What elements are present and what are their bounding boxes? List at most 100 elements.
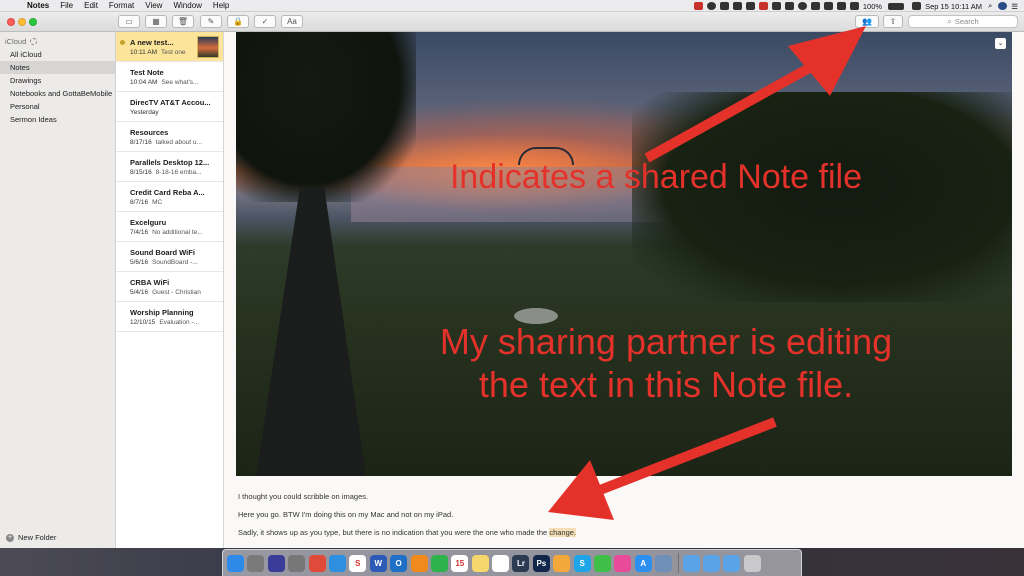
attachments-browser-button[interactable]: ▦ — [145, 15, 167, 28]
delete-note-button[interactable]: 🗑 — [172, 15, 194, 28]
user-avatar-icon[interactable] — [998, 2, 1008, 10]
plus-icon: + — [6, 533, 14, 542]
close-window-button[interactable] — [7, 18, 15, 26]
note-subtitle: 5/6/16 SoundBoard -... — [130, 259, 217, 266]
itunes-icon[interactable] — [614, 554, 632, 572]
notification-center-icon[interactable]: ☰ — [1011, 2, 1018, 11]
calendar-icon[interactable]: 15 — [451, 554, 469, 572]
toggle-sidebar-button[interactable]: ▭ — [118, 15, 140, 28]
clock[interactable]: Sep 15 10:11 AM — [925, 2, 982, 11]
list-item[interactable]: A new test... 10:11 AM Test one — [116, 32, 223, 62]
status-app-icon[interactable] — [693, 2, 703, 10]
finder-icon[interactable] — [227, 554, 244, 572]
search-input[interactable]: ⌕ Search — [908, 15, 1018, 28]
toolbar: ▭ ▦ 🗑 ✎ 🔒 ✓ Aa 👥 ⇪ ⌕ Search — [0, 12, 1024, 32]
note-date: 10:11 AM — [130, 49, 157, 56]
menu-help[interactable]: Help — [213, 1, 229, 10]
list-item[interactable]: CRBA WiFi 5/4/16 Guest - Christian — [116, 272, 223, 302]
chevron-down-icon[interactable]: ⌄ — [995, 38, 1006, 49]
status-drop-icon[interactable] — [706, 2, 716, 10]
rocket-icon[interactable] — [288, 554, 306, 572]
slack-icon[interactable]: S — [349, 554, 367, 572]
note-text-line-3[interactable]: Sadly, it shows up as you type, but ther… — [238, 528, 577, 537]
launchpad-icon[interactable] — [247, 554, 265, 572]
note-date: 8/7/16 — [130, 199, 149, 206]
status-sync-icon[interactable] — [732, 2, 742, 10]
list-item[interactable]: Resources 8/17/16 talked about u... — [116, 122, 223, 152]
app-store-icon[interactable]: A — [634, 554, 652, 572]
zoom-window-button[interactable] — [29, 18, 37, 26]
lock-note-button[interactable]: 🔒 — [227, 15, 249, 28]
checklist-button[interactable]: ✓ — [254, 15, 276, 28]
note-text-line-2[interactable]: Here you go. BTW I'm doing this on my Ma… — [238, 510, 453, 519]
status-box-icon[interactable] — [745, 2, 755, 10]
share-participants-button[interactable]: 👥 — [855, 15, 879, 28]
chrome-icon[interactable] — [308, 554, 326, 572]
new-folder-button[interactable]: + New Folder — [6, 533, 56, 542]
outlook-icon[interactable]: O — [390, 554, 408, 572]
menu-file[interactable]: File — [60, 1, 73, 10]
evernote-icon[interactable] — [430, 554, 448, 572]
note-image-attachment[interactable]: ⌄ Indicates a shared Note file My sharin… — [236, 32, 1012, 476]
notes-window: ▭ ▦ 🗑 ✎ 🔒 ✓ Aa 👥 ⇪ ⌕ Search iCloud All i… — [0, 12, 1024, 548]
siri-icon[interactable] — [267, 554, 285, 572]
list-item[interactable]: Excelguru 7/4/16 No additional te... — [116, 212, 223, 242]
documents-folder-icon[interactable] — [723, 554, 741, 572]
skype-icon[interactable]: S — [573, 554, 591, 572]
status-cloud2-icon[interactable] — [810, 2, 820, 10]
trash-icon[interactable] — [743, 554, 761, 572]
reminders-icon[interactable] — [492, 554, 510, 572]
note-date: 8/15/16 — [130, 169, 152, 176]
word-icon[interactable]: W — [369, 554, 387, 572]
compose-icon: ✎ — [207, 17, 215, 26]
sidebar-item-personal[interactable]: Personal — [0, 100, 115, 113]
share-button[interactable]: ⇪ — [883, 15, 903, 28]
vlc-icon[interactable] — [410, 554, 428, 572]
sidebar-item-notebooks[interactable]: Notebooks and GottaBeMobile — [0, 87, 115, 100]
list-item[interactable]: DirecTV AT&T Accou... Yesterday — [116, 92, 223, 122]
list-item[interactable]: Credit Card Reba A... 8/7/16 MC — [116, 182, 223, 212]
preview-icon[interactable] — [655, 554, 673, 572]
note-thumbnail — [197, 36, 219, 58]
photoshop-icon[interactable]: Ps — [532, 554, 550, 572]
photos-icon[interactable] — [553, 554, 571, 572]
status-clock-icon[interactable] — [771, 2, 781, 10]
downloads-folder-icon[interactable] — [702, 554, 720, 572]
wifi-icon[interactable] — [836, 2, 846, 10]
volume-icon[interactable] — [849, 2, 859, 10]
list-item[interactable]: Sound Board WiFi 5/6/16 SoundBoard -... — [116, 242, 223, 272]
format-button[interactable]: Aa — [281, 15, 303, 28]
folder-icon[interactable] — [682, 554, 700, 572]
list-item[interactable]: Parallels Desktop 12... 8/15/16 8-18-16 e… — [116, 152, 223, 182]
spotlight-icon[interactable]: ⌕ — [988, 1, 992, 11]
sidebar-item-notes[interactable]: Notes — [0, 61, 115, 74]
status-timemachine-icon[interactable] — [797, 2, 807, 10]
status-cloud-icon[interactable] — [719, 2, 729, 10]
note-text-line-1[interactable]: I thought you could scribble on images. — [238, 492, 368, 501]
status-calendar-icon[interactable] — [758, 2, 768, 10]
note-text-line-3-main: Sadly, it shows up as you type, but ther… — [238, 528, 550, 537]
account-name: iCloud — [5, 37, 27, 46]
safari-icon[interactable] — [328, 554, 346, 572]
display-icon[interactable] — [912, 2, 922, 10]
sidebar-item-sermon-ideas[interactable]: Sermon Ideas — [0, 113, 115, 126]
note-editor[interactable]: ⌄ Indicates a shared Note file My sharin… — [224, 32, 1024, 548]
list-item[interactable]: Test Note 10:04 AM See what's... — [116, 62, 223, 92]
lightroom-icon[interactable]: Lr — [512, 554, 530, 572]
battery-icon[interactable] — [888, 2, 905, 10]
notes-icon[interactable] — [471, 554, 489, 572]
new-note-button[interactable]: ✎ — [200, 15, 222, 28]
minimize-window-button[interactable] — [18, 18, 26, 26]
menu-format[interactable]: Format — [109, 1, 134, 10]
menu-edit[interactable]: Edit — [84, 1, 98, 10]
list-item[interactable]: Worship Planning 12/10/15 Evaluation -... — [116, 302, 223, 332]
messages-icon[interactable] — [594, 554, 612, 572]
menu-view[interactable]: View — [145, 1, 162, 10]
menu-window[interactable]: Window — [173, 1, 201, 10]
sidebar-item-all-icloud[interactable]: All iCloud — [0, 48, 115, 61]
app-menu[interactable]: Notes — [27, 1, 49, 10]
sidebar-item-drawings[interactable]: Drawings — [0, 74, 115, 87]
bluetooth-icon[interactable] — [823, 2, 833, 10]
status-screen-icon[interactable] — [784, 2, 794, 10]
menu-bar: Notes File Edit Format View Window Help … — [0, 0, 1024, 12]
